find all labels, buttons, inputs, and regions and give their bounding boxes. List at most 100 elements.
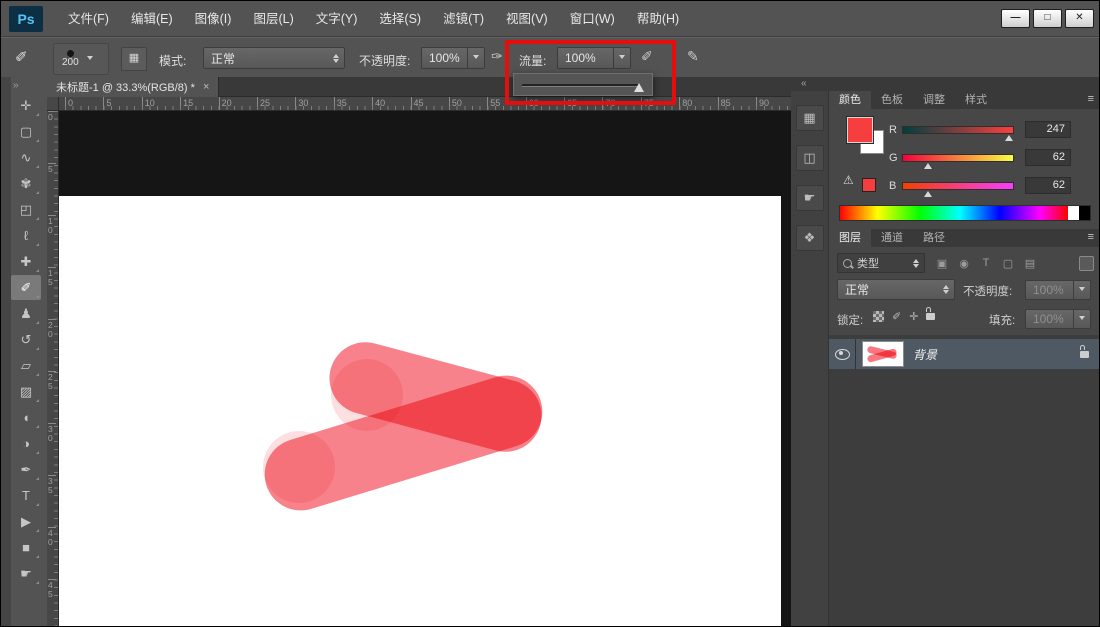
layer-opacity-dropdown[interactable]: 100% [1025, 280, 1091, 300]
history-brush-tool[interactable]: ↺ [11, 327, 41, 352]
layer-fill-dropdown-button[interactable] [1073, 310, 1090, 328]
lasso-tool[interactable]: ∿ [11, 145, 41, 170]
green-slider[interactable] [902, 154, 1014, 162]
spot-healing-brush-tool[interactable]: ✚ [11, 249, 41, 274]
hand-tool[interactable]: ☛ [11, 561, 41, 586]
red-slider[interactable] [902, 126, 1014, 134]
layers-panel-menu-icon[interactable]: ≡ [1088, 231, 1094, 243]
pen-tool[interactable]: ✒ [11, 457, 41, 482]
menu-list: 文件(F)编辑(E)图像(I)图层(L)文字(Y)选择(S)滤镜(T)视图(V)… [57, 1, 690, 37]
styles-panel-icon[interactable]: ❖ [796, 225, 824, 251]
slider-thumb-icon[interactable] [924, 187, 932, 197]
tab-styles[interactable]: 样式 [955, 91, 997, 109]
blur-tool[interactable]: ◖ [11, 405, 41, 430]
clone-stamp-tool[interactable]: ♟ [11, 301, 41, 326]
filter-pixel-layers-icon[interactable]: ▣ [933, 254, 951, 272]
menubar-item[interactable]: 帮助(H) [626, 1, 690, 37]
flow-slider-thumb[interactable] [634, 78, 644, 92]
toolbox-collapse-icon[interactable]: » [13, 80, 47, 91]
red-value-field[interactable]: 247 [1025, 121, 1071, 138]
layer-filter-dropdown[interactable]: 类型 [837, 253, 925, 273]
eyedropper-tool[interactable]: ℓ [11, 223, 41, 248]
document-tab[interactable]: 未标题-1 @ 33.3%(RGB/8) * × [47, 77, 219, 97]
eraser-tool[interactable]: ▱ [11, 353, 41, 378]
menubar-item[interactable]: 图像(I) [184, 1, 243, 37]
maximize-button[interactable]: □ [1033, 9, 1062, 28]
ruler-number: 20 [48, 319, 56, 371]
opacity-dropdown[interactable]: 100% [421, 47, 485, 69]
path-selection-tool[interactable]: ▶ [11, 509, 41, 534]
close-button[interactable]: ✕ [1065, 9, 1094, 28]
menubar-item[interactable]: 文字(Y) [305, 1, 369, 37]
opacity-dropdown-button[interactable] [467, 48, 484, 68]
move-tool[interactable]: ✛ [11, 93, 41, 118]
brush-preset-picker[interactable]: 200 [53, 43, 109, 75]
lock-image-pixels-icon[interactable]: ✐ [892, 310, 901, 323]
horizontal-type-tool[interactable]: T [11, 483, 41, 508]
tab-adjustments[interactable]: 调整 [913, 91, 955, 109]
menubar-item[interactable]: 选择(S) [368, 1, 432, 37]
menubar-item[interactable]: 滤镜(T) [432, 1, 495, 37]
gamut-warning-icon[interactable]: ⚠ [843, 173, 854, 187]
tab-color[interactable]: 颜色 [829, 91, 871, 109]
toggle-brush-panel-button[interactable]: ▦ [121, 47, 147, 71]
layer-filter-toggle[interactable] [1079, 256, 1094, 271]
canvas[interactable] [59, 196, 781, 627]
layer-thumbnail[interactable] [862, 341, 904, 367]
lock-transparent-pixels-icon[interactable] [873, 311, 884, 322]
blue-value-field[interactable]: 62 [1025, 177, 1071, 194]
pressure-size-icon[interactable]: ✎ [687, 48, 699, 65]
brush-dab-mark [263, 431, 335, 503]
filter-shape-layers-icon[interactable]: ▢ [999, 254, 1017, 272]
blend-mode-dropdown[interactable]: 正常 [203, 47, 345, 69]
flow-dropdown[interactable]: 100% [557, 47, 631, 69]
green-value-field[interactable]: 62 [1025, 149, 1071, 166]
crop-tool[interactable]: ◰ [11, 197, 41, 222]
dodge-tool[interactable]: ◑ [11, 431, 41, 456]
gradient-tool[interactable]: ▨ [11, 379, 41, 404]
lock-position-icon[interactable]: ✛ [909, 310, 918, 323]
tab-close-icon[interactable]: × [203, 81, 209, 93]
brush-panel-icon[interactable]: ▦ [796, 105, 824, 131]
tool-presets-panel-icon[interactable]: ☛ [796, 185, 824, 211]
rectangle-tool[interactable]: ■ [11, 535, 41, 560]
dock-expand-icon[interactable]: « [801, 78, 807, 89]
menubar-item[interactable]: 窗口(W) [559, 1, 626, 37]
blue-slider[interactable] [902, 182, 1014, 190]
slider-thumb-icon[interactable] [1005, 131, 1013, 141]
airbrush-icon[interactable]: ✐ [641, 48, 653, 65]
brush-tool[interactable]: ✐ [11, 275, 41, 300]
tab-paths[interactable]: 路径 [913, 229, 955, 247]
layer-fill-dropdown[interactable]: 100% [1025, 309, 1091, 329]
lock-all-icon[interactable] [926, 313, 935, 320]
white-swatch[interactable] [1068, 206, 1079, 220]
menubar-item[interactable]: 文件(F) [57, 1, 120, 37]
tab-channels[interactable]: 通道 [871, 229, 913, 247]
color-spectrum-ramp[interactable] [839, 205, 1091, 221]
tab-swatches[interactable]: 色板 [871, 91, 913, 109]
rectangular-marquee-tool[interactable]: ▢ [11, 119, 41, 144]
clone-source-panel-icon[interactable]: ◫ [796, 145, 824, 171]
black-swatch[interactable] [1079, 206, 1090, 220]
filter-type-layers-icon[interactable]: T [977, 254, 995, 272]
gamut-color-swatch[interactable] [862, 178, 876, 192]
foreground-color-swatch[interactable] [847, 117, 873, 143]
layer-blend-mode-dropdown[interactable]: 正常 [837, 279, 955, 300]
tab-layers[interactable]: 图层 [829, 229, 871, 247]
slider-thumb-icon[interactable] [924, 159, 932, 169]
menubar-item[interactable]: 编辑(E) [120, 1, 184, 37]
menubar-item[interactable]: 图层(L) [242, 1, 304, 37]
filter-smart-object-icon[interactable]: ▤ [1021, 254, 1039, 272]
layer-opacity-dropdown-button[interactable] [1073, 281, 1090, 299]
filter-adjustment-layers-icon[interactable]: ◉ [955, 254, 973, 272]
pressure-opacity-icon[interactable]: ✑ [491, 48, 503, 65]
menubar-item[interactable]: 视图(V) [495, 1, 559, 37]
layer-visibility-toggle[interactable] [829, 339, 856, 369]
quick-selection-tool[interactable]: ✾ [11, 171, 41, 196]
flow-slider-track[interactable] [522, 84, 638, 86]
layer-row-background[interactable]: 背景 [829, 339, 1100, 369]
layers-panel: 图层 通道 路径 ≡ 类型 ▣ ◉ T ▢ ▤ 正常 不透明度: [829, 229, 1100, 627]
color-panel-menu-icon[interactable]: ≡ [1088, 93, 1094, 105]
minimize-button[interactable]: — [1001, 9, 1030, 28]
flow-dropdown-button[interactable] [613, 48, 630, 68]
